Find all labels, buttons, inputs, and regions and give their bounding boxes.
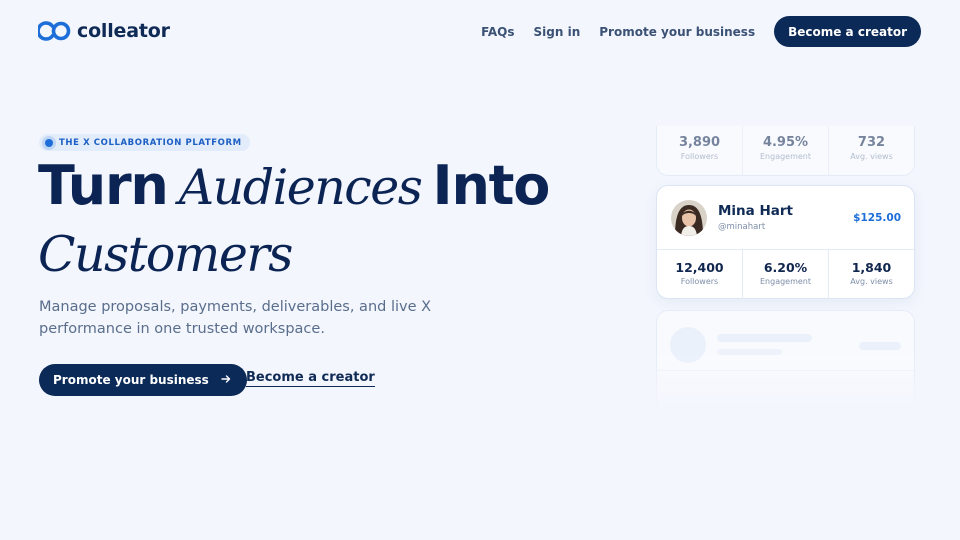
- skeleton-avatar: [670, 327, 706, 363]
- hero-headline: Turn Audiences Into Customers: [38, 155, 618, 291]
- headline-word-2: Audiences: [178, 159, 423, 216]
- platform-badge: THE X COLLABORATION PLATFORM: [39, 134, 250, 151]
- headline-word-1: Turn: [38, 154, 169, 217]
- stat-followers: 3,890 Followers: [657, 126, 742, 175]
- avatar: [671, 199, 707, 236]
- arrow-right-icon: [221, 373, 231, 387]
- skeleton-price: [859, 342, 901, 350]
- hero-subtitle: Manage proposals, payments, deliverables…: [39, 299, 432, 337]
- creator-profile: Mina Hart @minahart $125.00: [657, 186, 914, 250]
- creator-card[interactable]: Mina Hart @minahart $125.00 12,400 Follo…: [656, 185, 915, 299]
- become-creator-link[interactable]: Become a creator: [246, 370, 375, 387]
- skeleton-row: [657, 311, 914, 371]
- headline-word-4: Customers: [38, 226, 293, 283]
- nav-promote-link[interactable]: Promote your business: [599, 25, 755, 39]
- stat-engagement: 6.20% Engagement: [742, 250, 828, 299]
- stat-label: Followers: [680, 152, 719, 161]
- promote-button-label: Promote your business: [53, 373, 209, 387]
- stat-value: 3,890: [678, 135, 721, 150]
- stat-label: Followers: [680, 277, 719, 286]
- brand-name: colleator: [77, 20, 170, 42]
- stat-avg-views: 732 Avg. views: [828, 126, 914, 175]
- skeleton-line: [717, 349, 782, 355]
- stat-avg-views: 1,840 Avg. views: [828, 250, 914, 299]
- nav-sign-in-link[interactable]: Sign in: [534, 25, 581, 39]
- creator-name: Mina Hart: [718, 203, 794, 219]
- stats-row: 3,890 Followers 4.95% Engagement 732 Avg…: [657, 126, 914, 175]
- stat-label: Avg. views: [850, 277, 893, 286]
- badge-label: THE X COLLABORATION PLATFORM: [59, 137, 242, 148]
- creator-price: $125.00: [853, 211, 901, 224]
- status-dot-icon: [45, 138, 53, 147]
- creator-handle: @minahart: [718, 222, 766, 232]
- skeleton-line: [717, 334, 812, 342]
- stat-engagement: 4.95% Engagement: [742, 126, 828, 175]
- co-logo-icon: [38, 20, 71, 42]
- stat-value: 6.20%: [763, 260, 808, 275]
- nav-faqs-link[interactable]: FAQs: [481, 25, 514, 39]
- stat-value: 4.95%: [762, 135, 809, 150]
- creator-card-placeholder: [656, 310, 915, 410]
- top-nav: FAQs Sign in Promote your business Becom…: [481, 16, 921, 47]
- stat-value: 1,840: [851, 260, 892, 275]
- brand-logo[interactable]: colleator: [38, 20, 170, 42]
- stat-value: 12,400: [675, 260, 724, 275]
- stat-label: Engagement: [759, 277, 812, 286]
- promote-business-button[interactable]: Promote your business: [39, 364, 247, 396]
- stat-value: 732: [857, 135, 886, 150]
- creator-card-faded: 3,890 Followers 4.95% Engagement 732 Avg…: [656, 126, 915, 176]
- become-creator-button[interactable]: Become a creator: [774, 16, 921, 47]
- headline-word-3: Into: [432, 154, 551, 217]
- stat-label: Engagement: [759, 152, 812, 161]
- stats-row: 12,400 Followers 6.20% Engagement 1,840 …: [657, 250, 914, 299]
- creator-info: Mina Hart @minahart: [718, 203, 853, 232]
- stat-followers: 12,400 Followers: [657, 250, 742, 299]
- stat-label: Avg. views: [850, 152, 893, 161]
